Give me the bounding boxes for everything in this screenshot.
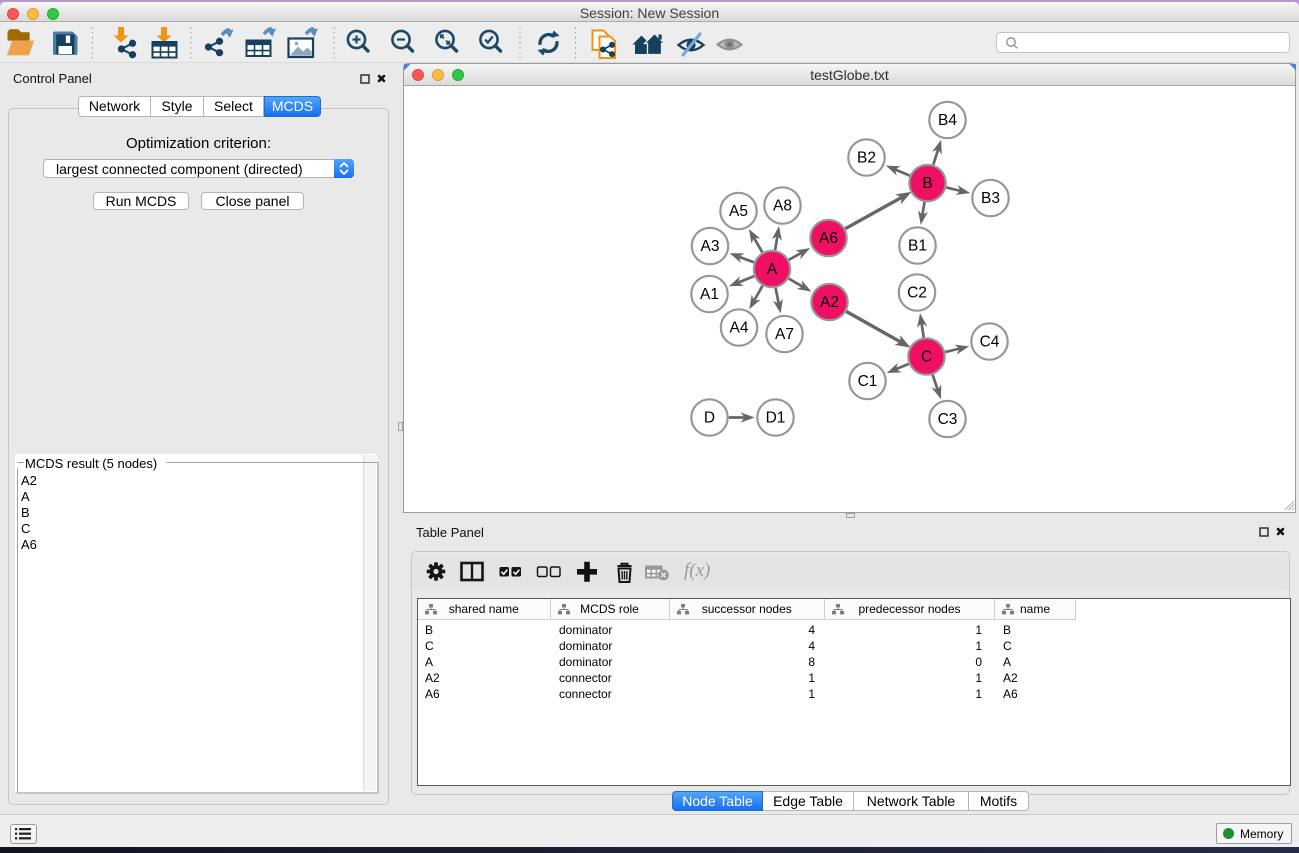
svg-text:B: B xyxy=(922,175,932,192)
svg-text:B2: B2 xyxy=(857,150,876,167)
svg-text:C: C xyxy=(921,349,932,366)
svg-text:C2: C2 xyxy=(907,285,927,302)
svg-text:A1: A1 xyxy=(700,286,719,303)
svg-text:B1: B1 xyxy=(908,238,927,255)
svg-text:C1: C1 xyxy=(858,373,878,390)
svg-text:B3: B3 xyxy=(981,190,1000,207)
svg-text:A8: A8 xyxy=(773,198,792,215)
svg-text:C4: C4 xyxy=(980,334,1000,351)
svg-text:A: A xyxy=(767,261,778,278)
svg-text:A2: A2 xyxy=(820,294,839,311)
svg-text:A3: A3 xyxy=(701,238,720,255)
svg-text:D1: D1 xyxy=(766,410,786,427)
svg-text:B4: B4 xyxy=(938,112,957,129)
svg-text:C3: C3 xyxy=(938,411,958,428)
svg-text:A5: A5 xyxy=(729,203,748,220)
svg-text:A4: A4 xyxy=(730,320,749,337)
svg-text:A6: A6 xyxy=(819,230,838,247)
svg-text:A7: A7 xyxy=(775,326,794,343)
svg-text:D: D xyxy=(704,410,715,427)
